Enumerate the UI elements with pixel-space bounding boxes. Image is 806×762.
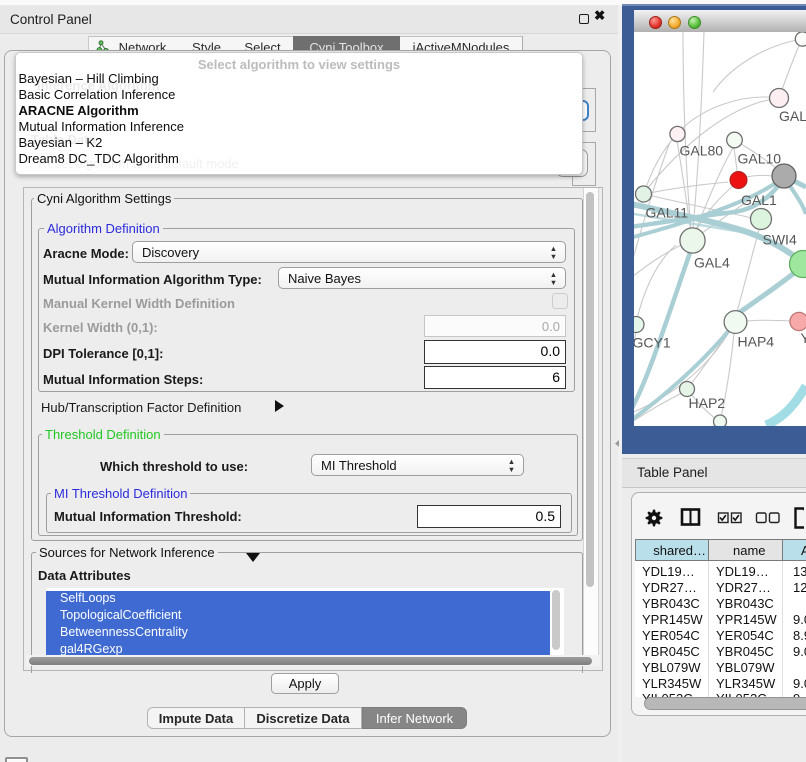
svg-text:GAL4: GAL4 <box>694 255 730 271</box>
svg-text:GCY1: GCY1 <box>634 335 671 351</box>
svg-text:GAL7: GAL7 <box>779 108 806 124</box>
svg-text:GAL10: GAL10 <box>738 151 782 167</box>
svg-text:Y: Y <box>801 330 806 346</box>
svg-text:HAP4: HAP4 <box>738 334 775 350</box>
svg-text:HAP2: HAP2 <box>689 395 726 411</box>
svg-text:SWI4: SWI4 <box>763 232 797 248</box>
svg-text:GAL11: GAL11 <box>646 205 689 221</box>
svg-text:GAL1: GAL1 <box>741 192 777 208</box>
svg-text:GAL80: GAL80 <box>680 143 724 159</box>
